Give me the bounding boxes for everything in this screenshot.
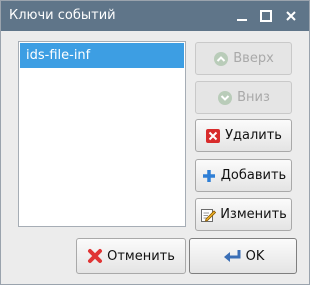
move-up-label: Вверх [233, 51, 274, 66]
chevron-up-circle-icon [213, 51, 229, 67]
blue-plus-icon [201, 168, 217, 184]
delete-button[interactable]: Удалить [195, 119, 292, 152]
cancel-button[interactable]: Отменить [76, 238, 186, 274]
red-x-icon [205, 128, 221, 144]
delete-label: Удалить [225, 128, 282, 143]
event-keys-dialog: Ключи событий ids-file-inf Вверх Вниз Уд… [0, 0, 310, 285]
close-icon[interactable] [282, 7, 300, 25]
enter-arrow-icon [222, 248, 242, 264]
edit-pencil-icon [200, 207, 217, 223]
list-item[interactable]: ids-file-inf [20, 43, 184, 68]
minimize-icon[interactable] [233, 7, 251, 25]
move-down-label: Вниз [237, 90, 270, 105]
red-cross-icon [87, 248, 103, 264]
move-up-button[interactable]: Вверх [195, 42, 292, 75]
window-title: Ключи событий [9, 8, 116, 23]
ok-label: OK [245, 248, 265, 264]
chevron-down-circle-icon [217, 90, 233, 106]
add-label: Добавить [220, 168, 287, 183]
edit-label: Изменить [220, 207, 287, 222]
event-keys-list[interactable]: ids-file-inf [18, 41, 186, 227]
title-bar[interactable]: Ключи событий [1, 1, 309, 31]
move-down-button[interactable]: Вниз [195, 81, 292, 114]
edit-button[interactable]: Изменить [195, 198, 292, 231]
add-button[interactable]: Добавить [195, 159, 292, 192]
maximize-icon[interactable] [257, 7, 275, 25]
ok-button[interactable]: OK [189, 238, 297, 274]
cancel-label: Отменить [107, 248, 175, 264]
